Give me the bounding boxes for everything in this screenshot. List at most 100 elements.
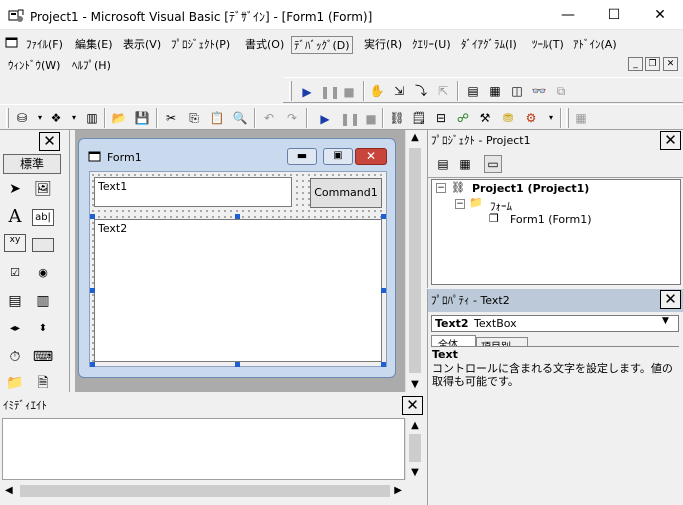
- checkbox-tool-icon[interactable]: ☑: [4, 262, 26, 284]
- scroll-thumb[interactable]: [409, 434, 421, 462]
- scroll-thumb[interactable]: [409, 148, 421, 373]
- tree-form1-item[interactable]: Form1 (Form1): [510, 213, 592, 226]
- immediate-vscrollbar[interactable]: ▲ ▼: [405, 418, 423, 480]
- scroll-right-icon[interactable]: ▶: [394, 485, 402, 496]
- menu-tools[interactable]: ﾂｰﾙ(T): [532, 36, 564, 52]
- hand-icon[interactable]: ✋: [369, 83, 385, 99]
- combobox-tool-icon[interactable]: ▤: [4, 290, 26, 312]
- maximize-button[interactable]: ☐: [591, 0, 637, 30]
- run-icon[interactable]: ▶: [299, 84, 315, 100]
- text1-textbox[interactable]: Text1: [94, 177, 292, 207]
- paste-icon[interactable]: 📋: [209, 110, 225, 126]
- immediate-close-button[interactable]: ✕: [402, 396, 423, 415]
- command1-button[interactable]: Command1: [310, 178, 382, 208]
- label-tool-icon[interactable]: A: [4, 206, 26, 228]
- scroll-up-icon[interactable]: ▲: [406, 420, 424, 431]
- timer-tool-icon[interactable]: ⏱: [4, 346, 26, 368]
- chevron-down-icon[interactable]: ▼: [662, 316, 669, 326]
- mdi-close-button[interactable]: ✕: [663, 57, 678, 71]
- menu-addins[interactable]: ｱﾄﾞｲﾝ(A): [573, 36, 617, 52]
- grid-icon[interactable]: ▦: [573, 110, 589, 126]
- listbox-tool-icon[interactable]: ▥: [32, 290, 54, 312]
- close-button[interactable]: ✕: [637, 0, 683, 30]
- hscrollbar-tool-icon[interactable]: ◂▸: [4, 318, 26, 340]
- form-layout-icon[interactable]: ⊟: [433, 110, 449, 126]
- commandbutton-tool-icon[interactable]: [32, 238, 54, 252]
- text2-textbox[interactable]: Text2: [94, 219, 382, 362]
- form-minimize-button[interactable]: ▬: [287, 148, 317, 165]
- resize-handle[interactable]: [381, 362, 386, 367]
- break-icon[interactable]: ❚❚: [340, 111, 360, 127]
- locals-window-icon[interactable]: ▤: [465, 83, 481, 99]
- start-icon[interactable]: ▶: [317, 111, 333, 127]
- component-manager-icon[interactable]: ⚙: [523, 110, 539, 126]
- dropdown-arrow-icon[interactable]: ▾: [66, 110, 82, 126]
- toolbox-icon[interactable]: ⚒: [477, 110, 493, 126]
- call-stack-icon[interactable]: ⧉: [553, 83, 569, 99]
- pause-icon[interactable]: ❚❚: [320, 84, 340, 100]
- menu-edit[interactable]: 編集(E): [75, 36, 113, 52]
- view-code-icon[interactable]: ▤: [435, 156, 451, 172]
- undo-icon[interactable]: ↶: [261, 110, 277, 126]
- data-view-icon[interactable]: ⛃: [500, 110, 516, 126]
- optionbutton-tool-icon[interactable]: ◉: [32, 262, 54, 284]
- textbox-tool-icon[interactable]: ab|: [32, 209, 54, 226]
- menu-help[interactable]: ﾍﾙﾌﾟ(H): [72, 57, 111, 73]
- resize-handle[interactable]: [381, 214, 386, 219]
- designer-vscrollbar[interactable]: ▲ ▼: [405, 130, 423, 392]
- menu-diagram[interactable]: ﾀﾞｲｱｸﾞﾗﾑ(I): [461, 36, 517, 52]
- add-form-icon[interactable]: ❖: [48, 110, 64, 126]
- form1-window[interactable]: Form1 ▬ ▣ ✕ Text1 Command1 Text2: [78, 138, 396, 378]
- minimize-button[interactable]: —: [545, 0, 591, 30]
- scroll-up-icon[interactable]: ▲: [406, 132, 424, 143]
- step-over-icon[interactable]: ⤵: [413, 83, 429, 99]
- dropdown-arrow-icon[interactable]: ▾: [32, 110, 48, 126]
- cut-icon[interactable]: ✂: [163, 110, 179, 126]
- properties-window-icon[interactable]: 🗒: [411, 110, 427, 126]
- quick-watch-icon[interactable]: 👓: [531, 83, 547, 99]
- tree-collapse-icon[interactable]: −: [436, 183, 446, 193]
- project-explorer-icon[interactable]: ⛓: [389, 110, 405, 126]
- toolbar-grip[interactable]: [6, 108, 9, 128]
- toolbox-tab-general[interactable]: 標準: [3, 154, 61, 174]
- menu-run[interactable]: 実行(R): [364, 36, 402, 52]
- project-explorer-close-button[interactable]: ✕: [660, 131, 681, 150]
- form-maximize-button[interactable]: ▣: [323, 148, 353, 165]
- find-icon[interactable]: 🔍: [232, 110, 248, 126]
- menu-format[interactable]: 書式(O): [245, 36, 284, 52]
- object-selector[interactable]: Text2 TextBox ▼: [431, 315, 679, 332]
- mdi-minimize-button[interactable]: _: [628, 57, 643, 71]
- resize-handle[interactable]: [235, 214, 240, 219]
- scroll-left-icon[interactable]: ◀: [5, 485, 13, 496]
- dropdown-arrow-icon[interactable]: ▾: [543, 110, 559, 126]
- end-icon[interactable]: ■: [363, 111, 379, 127]
- drivelistbox-tool-icon[interactable]: ⌨: [32, 346, 54, 368]
- scroll-down-icon[interactable]: ▼: [406, 379, 424, 390]
- menu-debug[interactable]: ﾃﾞﾊﾞｯｸﾞ(D): [291, 36, 353, 54]
- immediate-hscrollbar[interactable]: ◀ ▶: [2, 482, 405, 500]
- frame-tool-icon[interactable]: xy: [4, 234, 26, 252]
- scroll-down-icon[interactable]: ▼: [406, 467, 424, 478]
- menu-file[interactable]: ﾌｧｲﾙ(F): [26, 36, 63, 52]
- copy-icon[interactable]: ⎘: [186, 110, 202, 126]
- immediate-textarea[interactable]: [2, 418, 405, 480]
- form-client-area[interactable]: Text1 Command1 Text2: [89, 171, 387, 367]
- object-browser-icon[interactable]: ☍: [455, 110, 471, 126]
- add-project-icon[interactable]: ⛁: [14, 110, 30, 126]
- toolbox-close-button[interactable]: ✕: [39, 132, 60, 151]
- properties-close-button[interactable]: ✕: [660, 290, 681, 309]
- toolbar-grip[interactable]: [289, 81, 292, 101]
- step-out-icon[interactable]: ⇱: [435, 83, 451, 99]
- menu-window[interactable]: ｳｨﾝﾄﾞｳ(W): [8, 57, 60, 73]
- tree-project-root[interactable]: Project1 (Project1): [472, 182, 589, 195]
- menu-project[interactable]: ﾌﾟﾛｼﾞｪｸﾄ(P): [171, 36, 230, 52]
- mdi-restore-button[interactable]: ❐: [645, 57, 660, 71]
- watch-window-icon[interactable]: ◫: [509, 83, 525, 99]
- step-into-icon[interactable]: ⇲: [391, 83, 407, 99]
- immediate-window-icon[interactable]: ▦: [487, 83, 503, 99]
- save-icon[interactable]: 💾: [134, 110, 150, 126]
- resize-handle[interactable]: [90, 362, 95, 367]
- resize-handle[interactable]: [235, 362, 240, 367]
- tree-collapse-icon[interactable]: −: [455, 199, 465, 209]
- view-object-icon[interactable]: ▦: [457, 156, 473, 172]
